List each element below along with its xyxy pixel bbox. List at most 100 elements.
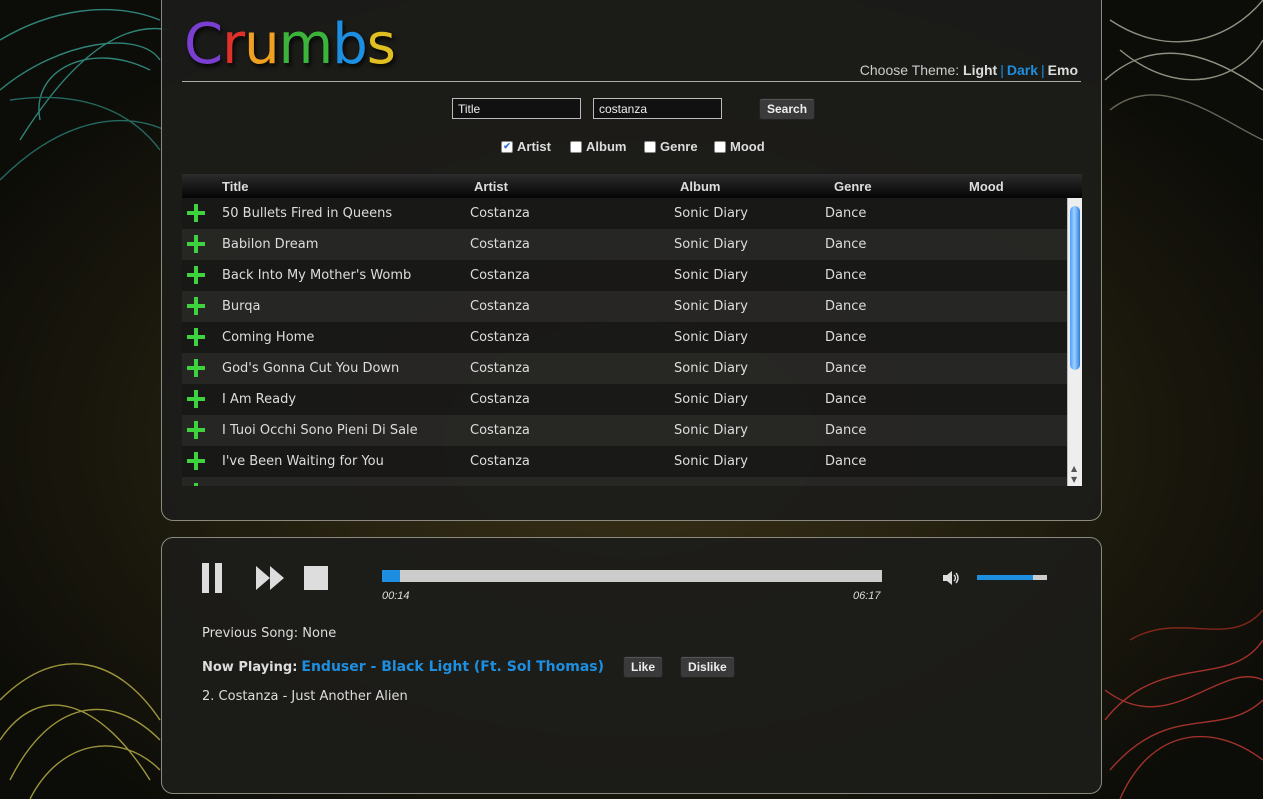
cell-artist: Costanza [470,330,530,345]
plus-icon[interactable] [186,420,206,440]
search-button[interactable]: Search [759,98,816,120]
scroll-up-icon[interactable]: ▲ [1071,464,1077,473]
queue-item[interactable]: 2. Costanza - Just Another Alien [202,689,408,704]
filter-genre[interactable]: Genre [644,139,698,154]
cell-artist: Costanza [470,392,530,407]
theme-separator: | [1041,62,1045,78]
cell-genre: Dance [825,361,867,376]
table-row[interactable]: God's Gonna Cut You Down Costanza Sonic Di… [182,353,1067,384]
cell-artist: Costanza [470,299,530,314]
pause-icon[interactable] [202,563,226,595]
checkbox-icon[interactable] [644,140,656,153]
plus-icon[interactable] [186,203,206,223]
search-input[interactable]: costanza [593,98,722,119]
filter-artist[interactable]: ✔ Artist [501,139,551,154]
column-header-genre[interactable]: Genre [834,179,872,194]
plus-icon[interactable] [186,389,206,409]
cell-title: 50 Bullets Fired in Queens [222,206,393,221]
cell-genre: Dance [825,392,867,407]
theme-option-emo[interactable]: Emo [1048,62,1078,78]
filter-label: Artist [517,139,551,154]
filter-album[interactable]: Album [570,139,626,154]
cell-genre: Dance [825,423,867,438]
table-row[interactable]: Coming Home Costanza Sonic Diary Dance [182,322,1067,353]
table-row[interactable]: I Am Ready Costanza Sonic Diary Dance [182,384,1067,415]
cell-artist: Costanza [470,206,530,221]
cell-title: I Tuoi Occhi Sono Pieni Di Sale [222,423,418,438]
table-row[interactable]: Babilon Dream Costanza Sonic Diary Dance [182,229,1067,260]
plus-icon[interactable] [186,265,206,285]
next-icon[interactable] [256,564,288,592]
cell-genre: Dance [825,299,867,314]
column-header-mood[interactable]: Mood [969,179,1004,194]
elapsed-time: 00:14 [382,590,410,602]
cell-genre: Dance [825,454,867,469]
table-row[interactable]: 50 Bullets Fired in Queens Costanza Sonic … [182,198,1067,229]
table-row[interactable]: Burqa Costanza Sonic Diary Dance [182,291,1067,322]
progress-fill [382,570,401,582]
cell-artist: Costanza [470,237,530,252]
cell-title: Babilon Dream [222,237,319,252]
filter-label: Genre [660,139,698,154]
column-header-album[interactable]: Album [680,179,720,194]
dislike-button[interactable]: Dislike [680,656,735,678]
cell-album: Sonic Diary [674,361,748,376]
now-playing: Now Playing: Enduser - Black Light (Ft. … [202,656,735,678]
like-button[interactable]: Like [623,656,664,678]
cell-genre: Dance [825,206,867,221]
progress-bar[interactable] [382,570,882,582]
logo-letter: m [278,12,334,77]
scroll-down-icon[interactable]: ▼ [1071,475,1077,484]
checkbox-icon[interactable] [570,140,582,153]
cell-artist: Costanza [470,485,530,486]
checkbox-icon[interactable] [714,140,726,153]
table-row[interactable]: In the Sun Costanza Sonic Diary Dance [182,477,1067,486]
table-header: Title Artist Album Genre Mood [182,174,1082,198]
cell-title: Back Into My Mother's Womb [222,268,412,283]
cell-genre: Dance [825,237,867,252]
cell-album: Sonic Diary [674,392,748,407]
cell-title: Burqa [222,299,261,314]
stop-icon[interactable] [304,566,330,592]
logo-letter: b [332,12,368,77]
filter-mood[interactable]: Mood [714,139,765,154]
checkbox-icon[interactable]: ✔ [501,140,513,153]
theme-option-dark[interactable]: Dark [1007,62,1038,78]
plus-icon[interactable] [186,296,206,316]
previous-song-value: None [302,626,337,641]
table-row[interactable]: I've Been Waiting for You Costanza Sonic D… [182,446,1067,477]
cell-album: Sonic Diary [674,206,748,221]
cell-artist: Costanza [470,454,530,469]
scrollbar-thumb[interactable] [1070,206,1080,370]
crumbs-logo: Crumbs [184,17,396,73]
plus-icon[interactable] [186,234,206,254]
table-row[interactable]: I Tuoi Occhi Sono Pieni Di Sale Costanza S… [182,415,1067,446]
cell-album: Sonic Diary [674,237,748,252]
plus-icon[interactable] [186,451,206,471]
theme-separator: | [1000,62,1004,78]
cell-genre: Dance [825,268,867,283]
plus-icon[interactable] [186,327,206,347]
plus-icon[interactable] [186,358,206,378]
previous-song: Previous Song: None [202,626,336,641]
volume-slider[interactable] [977,575,1047,580]
now-playing-title[interactable]: Enduser - Black Light (Ft. Sol Thomas) [301,659,604,675]
table-row[interactable]: Back Into My Mother's Womb Costanza Sonic … [182,260,1067,291]
column-header-title[interactable]: Title [222,179,249,194]
search-field-select[interactable]: Title [452,98,581,119]
header-divider [182,81,1081,82]
theme-chooser: Choose Theme: Light | Dark | Emo [860,62,1078,78]
theme-option-light[interactable]: Light [963,62,997,78]
cell-artist: Costanza [470,423,530,438]
cell-title: God's Gonna Cut You Down [222,361,400,376]
plus-icon[interactable] [186,482,206,486]
logo-letter: s [366,12,396,77]
column-header-artist[interactable]: Artist [474,179,508,194]
speaker-icon[interactable] [942,570,962,586]
logo-letter: r [222,12,245,77]
theme-label: Choose Theme: [859,62,960,78]
cell-album: Sonic Diary [674,454,748,469]
cell-album: Sonic Diary [674,485,748,486]
table-scrollbar[interactable]: ▲ ▼ [1067,198,1082,486]
cell-title: I've Been Waiting for You [222,454,384,469]
